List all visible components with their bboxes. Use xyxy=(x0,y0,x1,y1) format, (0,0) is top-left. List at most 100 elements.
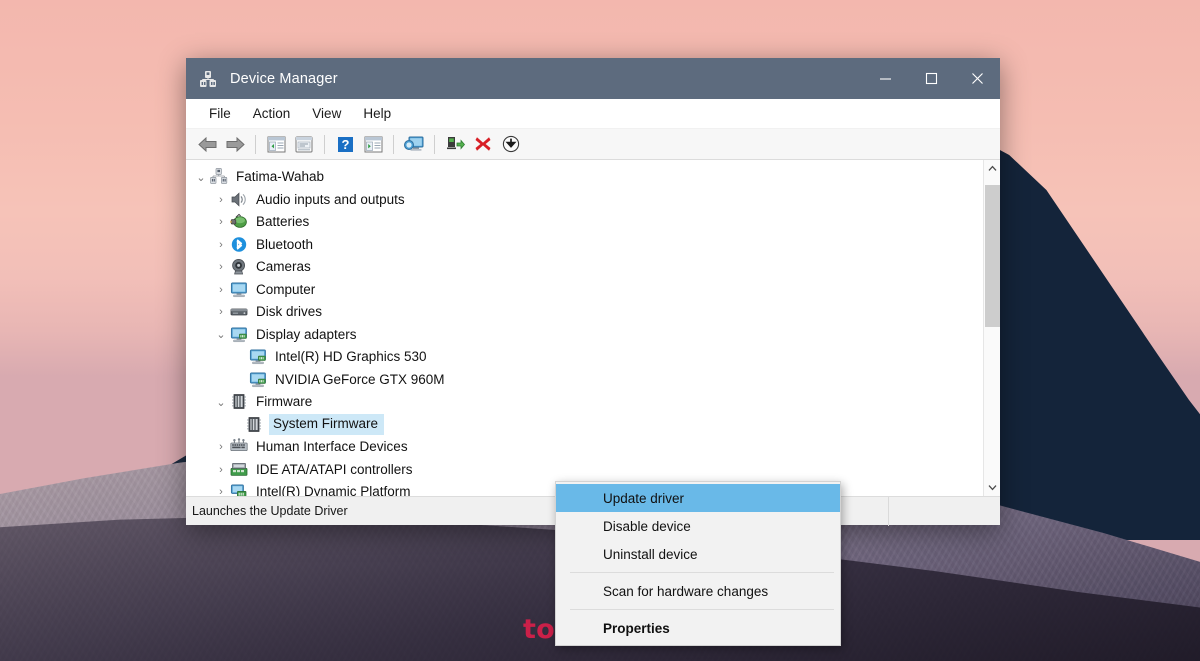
help-button[interactable]: ? xyxy=(332,132,358,157)
chevron-right-icon[interactable]: › xyxy=(212,486,230,496)
svg-text:?: ? xyxy=(341,137,349,152)
scan-for-hardware-changes-button[interactable] xyxy=(401,132,427,157)
toolbar-separator-3 xyxy=(393,135,394,154)
device-tree-pane: ⌄ Fatim xyxy=(186,160,1000,496)
statusbar-cell-3 xyxy=(888,497,1000,526)
tree-item-bluetooth[interactable]: › Bluetooth xyxy=(186,234,983,257)
device-tree[interactable]: ⌄ Fatim xyxy=(186,160,983,496)
minimize-button[interactable] xyxy=(862,58,908,99)
scrollbar-track[interactable] xyxy=(984,177,1001,479)
vertical-scrollbar[interactable] xyxy=(983,160,1000,496)
firmware-icon xyxy=(245,416,265,434)
tree-item-label: NVIDIA GeForce GTX 960M xyxy=(275,371,445,389)
chevron-right-icon[interactable]: › xyxy=(212,306,230,318)
chevron-down-icon[interactable]: ⌄ xyxy=(212,328,230,341)
chevron-right-icon[interactable]: › xyxy=(212,441,230,453)
tree-item-label: IDE ATA/ATAPI controllers xyxy=(256,461,413,479)
menu-view[interactable]: View xyxy=(301,102,352,126)
statusbar-text: Launches the Update Driver xyxy=(186,504,348,518)
tree-item-human-interface-devices[interactable]: › xyxy=(186,436,983,459)
speaker-icon xyxy=(230,191,250,209)
device-manager-icon xyxy=(198,69,218,89)
window-title: Device Manager xyxy=(230,71,338,87)
scroll-up-button[interactable] xyxy=(984,160,1001,177)
tree-item-nvidia-geforce[interactable]: NVIDIA GeForce GTX 960M xyxy=(186,369,983,392)
toolbar-separator-1 xyxy=(255,135,256,154)
context-menu-item-uninstall-device[interactable]: Uninstall device xyxy=(556,540,840,568)
tree-item-label: System Firmware xyxy=(269,414,384,435)
tree-item-disk-drives[interactable]: › Disk drives xyxy=(186,301,983,324)
menubar: File Action View Help xyxy=(186,99,1000,129)
display-adapter-icon xyxy=(249,371,269,389)
context-menu-item-properties[interactable]: Properties xyxy=(556,614,840,642)
tree-item-system-firmware[interactable]: System Firmware xyxy=(186,414,983,437)
desktop-wallpaper: toAdmin.ru Device Manager xyxy=(0,0,1200,661)
firmware-icon xyxy=(230,393,250,411)
chevron-right-icon[interactable]: › xyxy=(212,216,230,228)
tree-item-label: Display adapters xyxy=(256,326,357,344)
scroll-down-button[interactable] xyxy=(984,479,1001,496)
chevron-down-icon[interactable]: ⌄ xyxy=(192,171,210,184)
chevron-right-icon[interactable]: › xyxy=(212,239,230,251)
toolbar: ? xyxy=(186,129,1000,160)
tree-item-label: Intel(R) Dynamic Platform xyxy=(256,483,411,496)
toolbar-separator-4 xyxy=(434,135,435,154)
tree-item-label: Disk drives xyxy=(256,303,322,321)
context-menu-item-disable-device[interactable]: Disable device xyxy=(556,512,840,540)
show-hide-action-pane-button[interactable] xyxy=(360,132,386,157)
properties-button[interactable] xyxy=(291,132,317,157)
tree-item-label: Fatima-Wahab xyxy=(236,168,324,186)
computer-root-icon xyxy=(210,168,230,186)
camera-icon xyxy=(230,258,250,276)
tree-item-display-adapters[interactable]: ⌄ Display adapters xyxy=(186,324,983,347)
tree-item-root[interactable]: ⌄ Fatim xyxy=(186,166,983,189)
display-adapter-icon xyxy=(230,326,250,344)
disable-device-button[interactable] xyxy=(498,132,524,157)
context-menu-separator-1 xyxy=(570,572,834,573)
tree-item-label: Human Interface Devices xyxy=(256,438,408,456)
display-adapter-icon xyxy=(249,348,269,366)
context-menu-item-update-driver[interactable]: Update driver xyxy=(556,484,840,512)
context-menu: Update driver Disable device Uninstall d… xyxy=(555,481,841,646)
system-device-icon xyxy=(230,483,250,496)
chevron-right-icon[interactable]: › xyxy=(212,261,230,273)
menu-help[interactable]: Help xyxy=(352,102,402,126)
tree-item-ide-controllers[interactable]: › IDE ATA/ATAPI controllers xyxy=(186,459,983,482)
menu-action[interactable]: Action xyxy=(242,102,302,126)
chevron-down-icon[interactable]: ⌄ xyxy=(212,396,230,409)
tree-item-label: Computer xyxy=(256,281,315,299)
chevron-right-icon[interactable]: › xyxy=(212,464,230,476)
tree-item-label: Intel(R) HD Graphics 530 xyxy=(275,348,427,366)
tree-item-batteries[interactable]: › Batteries xyxy=(186,211,983,234)
monitor-icon xyxy=(230,281,250,299)
chevron-right-icon[interactable]: › xyxy=(212,194,230,206)
window-titlebar[interactable]: Device Manager xyxy=(186,58,1000,99)
tree-item-audio[interactable]: › Audio inputs and outputs xyxy=(186,189,983,212)
disk-drive-icon xyxy=(230,303,250,321)
tree-item-firmware[interactable]: ⌄ xyxy=(186,391,983,414)
tree-item-computer[interactable]: › Computer xyxy=(186,279,983,302)
uninstall-device-button[interactable] xyxy=(470,132,496,157)
show-hide-console-tree-button[interactable] xyxy=(263,132,289,157)
tree-item-cameras[interactable]: › Cameras xyxy=(186,256,983,279)
context-menu-item-scan-hardware-changes[interactable]: Scan for hardware changes xyxy=(556,577,840,605)
chevron-right-icon[interactable]: › xyxy=(212,284,230,296)
tree-item-label: Audio inputs and outputs xyxy=(256,191,405,209)
toolbar-separator-2 xyxy=(324,135,325,154)
scrollbar-thumb[interactable] xyxy=(985,185,1000,327)
update-driver-button[interactable] xyxy=(442,132,468,157)
hid-icon xyxy=(230,438,250,456)
ide-controller-icon xyxy=(230,461,250,479)
tree-item-intel-hd-graphics[interactable]: Intel(R) HD Graphics 530 xyxy=(186,346,983,369)
tree-item-label: Bluetooth xyxy=(256,236,313,254)
maximize-button[interactable] xyxy=(908,58,954,99)
back-button[interactable] xyxy=(194,132,220,157)
bluetooth-icon xyxy=(230,236,250,254)
forward-button[interactable] xyxy=(222,132,248,157)
battery-icon xyxy=(230,213,250,231)
context-menu-separator-2 xyxy=(570,609,834,610)
close-button[interactable] xyxy=(954,58,1000,99)
device-manager-window: Device Manager File Action View Help xyxy=(186,58,1000,525)
menu-file[interactable]: File xyxy=(198,102,242,126)
tree-item-label: Firmware xyxy=(256,393,312,411)
